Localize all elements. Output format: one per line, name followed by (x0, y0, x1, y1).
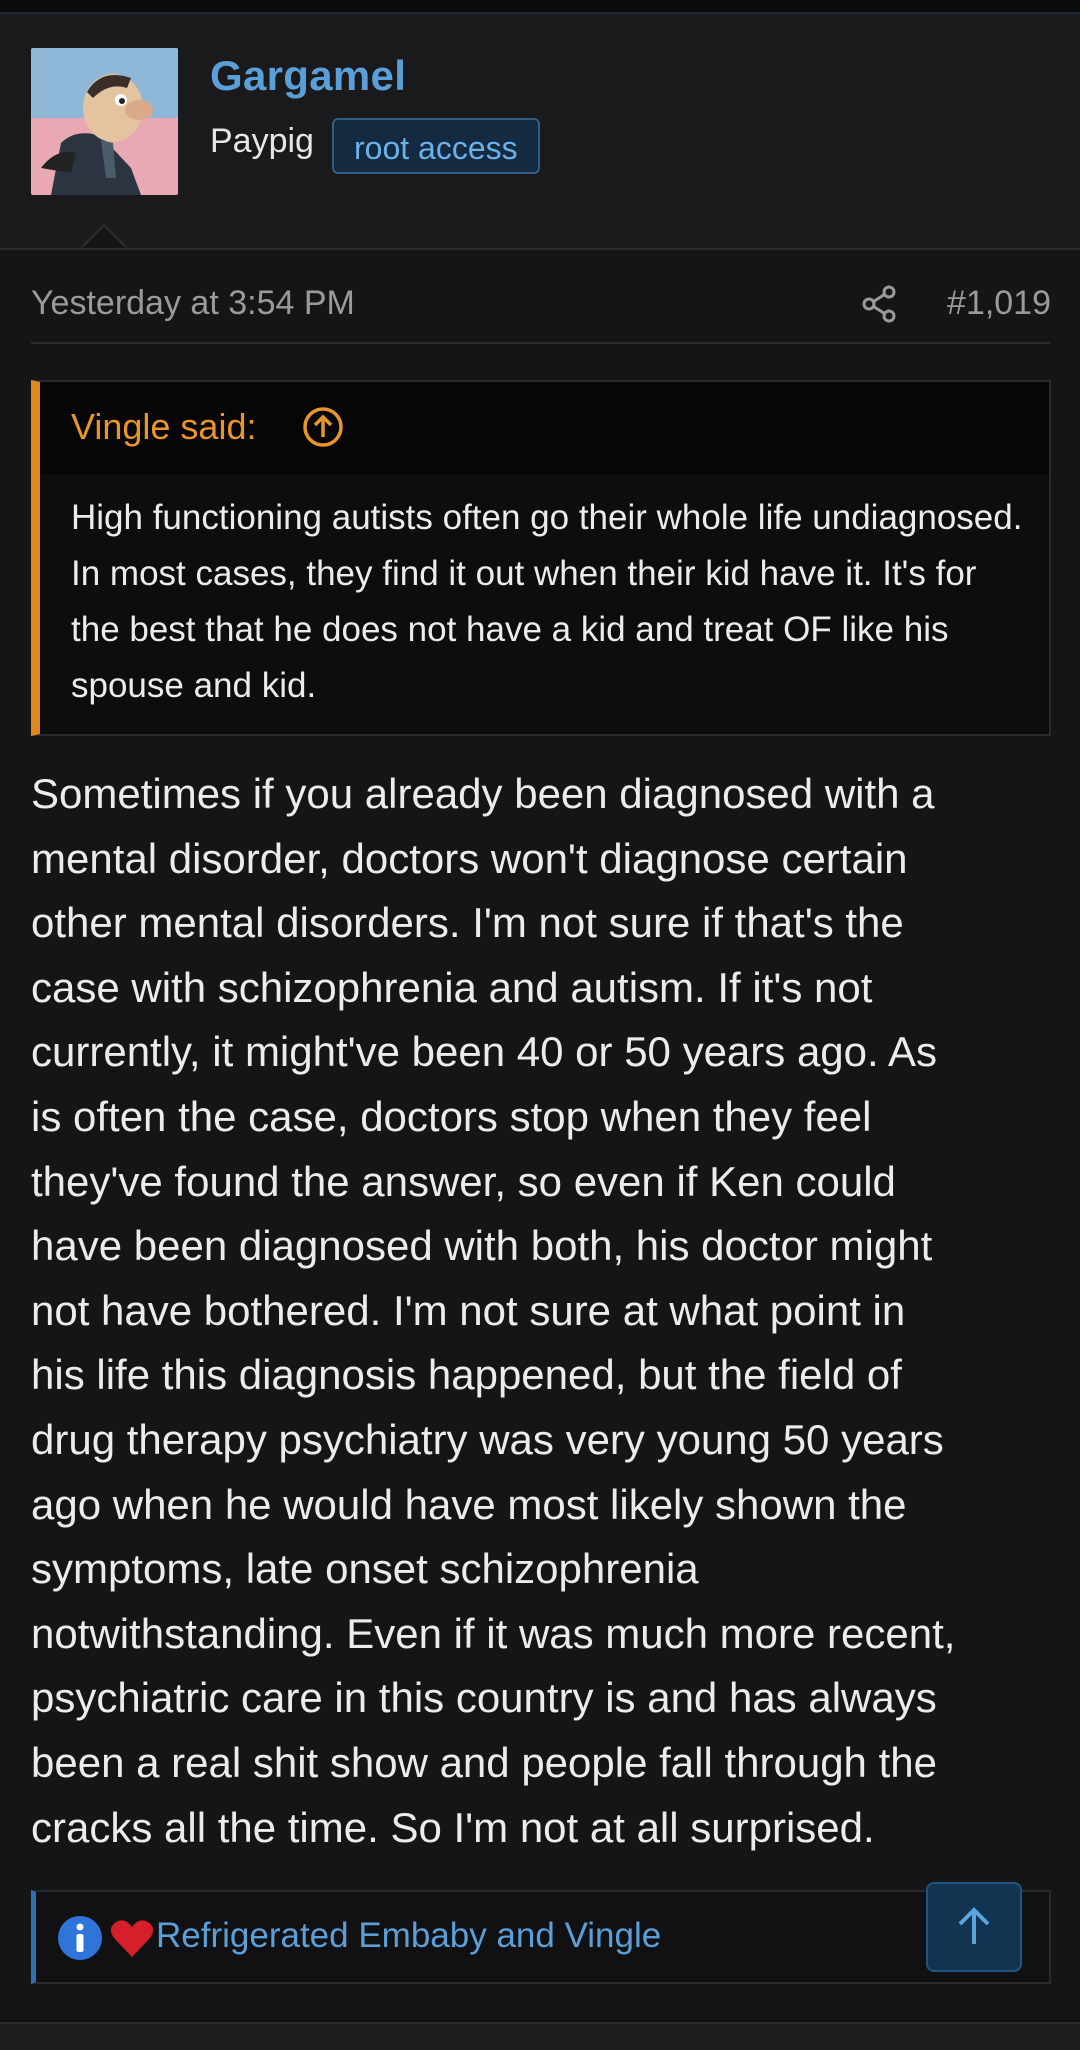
user-avatar[interactable] (31, 48, 178, 195)
header-caret-inner (83, 227, 125, 248)
message-line: notwithstanding. Even if it was much mor… (31, 1609, 956, 1657)
reactions-text[interactable]: Refrigerated Embaby and Vingle (156, 1916, 661, 1956)
post-meta: Yesterday at 3:54 PM #1,019 (31, 270, 1051, 344)
user-header: Gargamel Paypig root access (0, 14, 1080, 250)
user-title: Paypig (210, 122, 314, 160)
post: Yesterday at 3:54 PM #1,019 Vingle said: (0, 250, 1080, 2020)
message-line: his life this diagnosis happened, but th… (31, 1351, 902, 1399)
quote-header: Vingle said: (40, 382, 1049, 474)
username[interactable]: Gargamel (210, 52, 406, 100)
message-line: psychiatric care in this country is and … (31, 1674, 937, 1722)
message-line: other mental disorders. I'm not sure if … (31, 899, 904, 947)
info-icon (56, 1914, 104, 1962)
user-banner: root access (332, 118, 540, 174)
post-timestamp[interactable]: Yesterday at 3:54 PM (31, 284, 355, 323)
message-line: Sometimes if you already been diagnosed … (31, 770, 935, 817)
message-line: they've found the answer, so even if Ken… (31, 1157, 896, 1205)
quote-text: High functioning autists often go their … (71, 498, 1023, 705)
message-line: currently, it might've been 40 or 50 yea… (31, 1028, 938, 1076)
message-line: is often the case, doctors stop when the… (31, 1092, 872, 1140)
reactions-bar[interactable]: Refrigerated Embaby and Vingle (31, 1890, 1051, 1984)
message-line: been a real shit show and people fall th… (31, 1738, 937, 1786)
top-strip (0, 0, 1080, 14)
message-line: mental disorder, doctors won't diagnose … (31, 834, 908, 882)
message-line: drug therapy psychiatry was very young 5… (31, 1415, 944, 1463)
arrow-up-icon (958, 1907, 990, 1944)
post-message: Sometimes if you already been diagnosed … (31, 762, 1061, 1860)
quote-author[interactable]: Vingle said: (71, 406, 256, 448)
message-line: symptoms, late onset schizophrenia (31, 1545, 699, 1593)
next-post-edge (0, 2022, 1080, 2050)
scroll-to-top-button[interactable] (926, 1882, 1022, 1972)
post-number[interactable]: #1,019 (947, 284, 1051, 323)
message-line: cracks all the time. So I'm not at all s… (31, 1803, 875, 1851)
quote-block: Vingle said: High functioning autists of… (31, 380, 1051, 736)
heart-icon (108, 1914, 156, 1962)
message-line: have been diagnosed with both, his docto… (31, 1222, 933, 1270)
message-line: case with schizophrenia and autism. If i… (31, 963, 873, 1011)
share-icon[interactable] (859, 284, 899, 324)
arrow-up-circle-icon[interactable] (302, 406, 344, 448)
message-line: not have bothered. I'm not sure at what … (31, 1286, 906, 1334)
message-line: ago when he would have most likely shown… (31, 1480, 907, 1528)
